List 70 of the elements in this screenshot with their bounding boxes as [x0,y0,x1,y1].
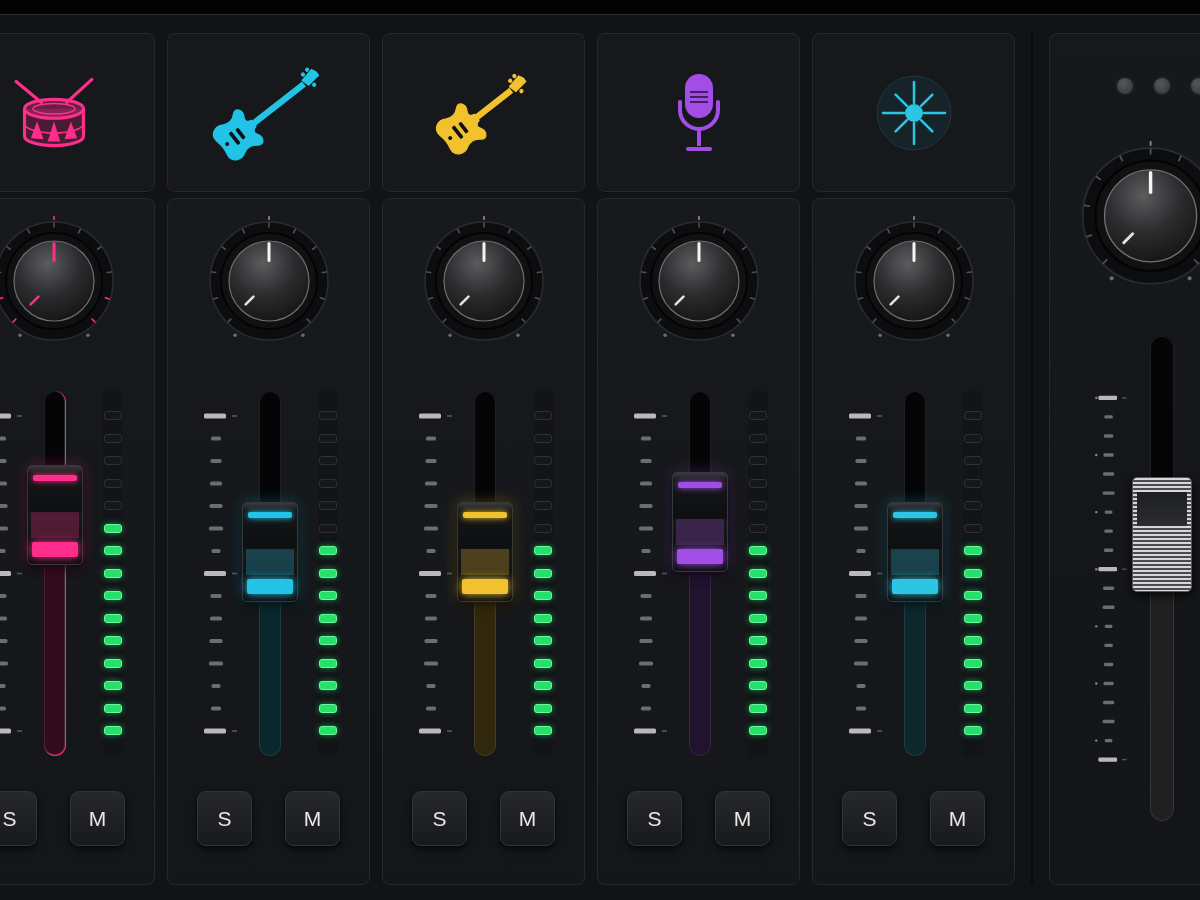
meter-led [319,613,337,623]
meter-led [319,568,337,578]
meter-led [534,613,552,623]
meter-led [534,591,552,600]
meter-led [964,703,982,713]
meter-led [749,726,767,735]
solo-button[interactable]: S [0,791,37,846]
solo-button[interactable]: S [197,791,252,846]
fader-handle[interactable] [27,465,83,566]
meter-led [319,591,337,600]
meter-led [319,636,337,645]
mute-button[interactable]: M [930,791,985,846]
meter-led [534,703,552,713]
meter-led [104,636,122,645]
fader-handle[interactable] [242,501,298,602]
meter-led [319,546,337,555]
meter-led [104,568,122,578]
fader-handle[interactable] [1132,477,1192,593]
meter-led [104,591,122,600]
fader-track[interactable] [27,391,83,756]
meter-led [964,591,982,600]
fader-handle[interactable] [887,501,943,602]
meter-led [104,703,122,713]
meter-led [319,681,337,690]
meter-led [964,658,982,668]
fader-handle[interactable] [457,501,513,602]
meter-led [319,658,337,668]
meter-led [104,523,122,533]
meter-led [319,726,337,735]
mute-button[interactable]: M [285,791,340,846]
solo-button[interactable]: S [842,791,897,846]
indicator-dot-icon [1154,78,1170,94]
meter-led [964,636,982,645]
fader-handle[interactable] [672,472,728,573]
meter-led [749,636,767,645]
indicator-dot-icon [1117,78,1133,94]
meter-led [749,546,767,555]
meter-led [964,613,982,623]
meter-led [104,613,122,623]
mute-button[interactable]: M [715,791,770,846]
fader-track[interactable] [242,391,298,756]
mute-button[interactable]: M [500,791,555,846]
meter-led [534,658,552,668]
meter-led [749,703,767,713]
meter-led [749,613,767,623]
meter-led [104,681,122,690]
meter-led [534,726,552,735]
meter-led [964,546,982,555]
meter-led [964,568,982,578]
meter-led [534,546,552,555]
meter-led [534,681,552,690]
fader-track[interactable] [887,391,943,756]
meter-led [104,658,122,668]
meter-led [104,726,122,735]
meter-led [319,703,337,713]
solo-button[interactable]: S [412,791,467,846]
fader-track[interactable] [1132,335,1192,821]
meter-led [964,681,982,690]
meter-led [534,568,552,578]
mute-button[interactable]: M [70,791,125,846]
meter-led [964,726,982,735]
meter-led [749,658,767,668]
meter-led [104,546,122,555]
meter-led [749,568,767,578]
fader-track[interactable] [457,391,513,756]
meter-led [749,681,767,690]
meter-led [534,636,552,645]
solo-button[interactable]: S [627,791,682,846]
fader-track[interactable] [672,391,728,756]
meter-led [749,591,767,600]
